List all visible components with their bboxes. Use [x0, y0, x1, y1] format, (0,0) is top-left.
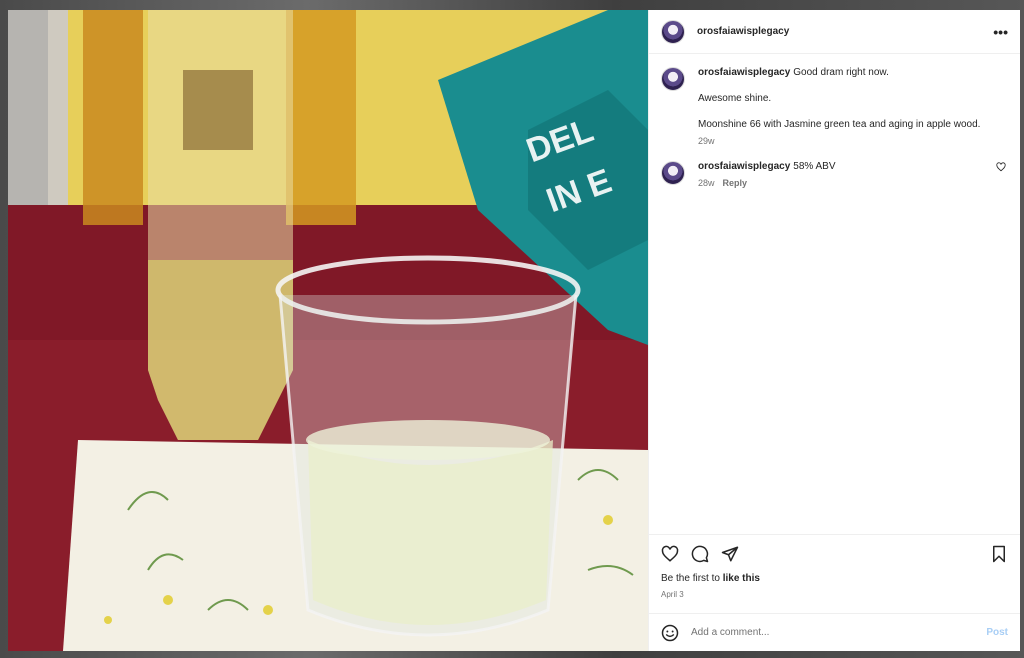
photo-illustration: DEL IN E [8, 10, 648, 651]
more-options-icon[interactable]: ••• [993, 24, 1008, 40]
post-username[interactable]: orosfaiawisplegacy [697, 26, 789, 37]
comment-input[interactable] [691, 627, 987, 638]
comment-text: Awesome shine. [698, 93, 772, 104]
post-sidebar: orosfaiawisplegacy ••• orosfaiawisplegac… [648, 10, 1020, 651]
like-comment-heart-icon[interactable] [996, 162, 1006, 172]
comment-username[interactable]: orosfaiawisplegacy [698, 67, 790, 78]
share-paper-plane-icon[interactable] [721, 545, 739, 563]
comment-text: Good dram right now. [793, 67, 889, 78]
comment-age: 28w [698, 178, 715, 188]
comment-text: 58% ABV [793, 161, 836, 172]
save-bookmark-icon[interactable] [990, 545, 1008, 563]
caption-comment: orosfaiawisplegacy Good dram right now. A… [661, 66, 1008, 148]
avatar[interactable] [661, 161, 685, 185]
comment-composer: Post [649, 613, 1020, 651]
comment-text: Moonshine 66 with Jasmine green tea and … [698, 119, 981, 130]
emoji-smiley-icon[interactable] [661, 624, 679, 642]
post-date: April 3 [661, 590, 684, 599]
post-header: orosfaiawisplegacy ••• [649, 10, 1020, 54]
post-button[interactable]: Post [986, 627, 1008, 638]
comment-username[interactable]: orosfaiawisplegacy [698, 161, 790, 172]
post-modal: DEL IN E orosfaiawisplegacy ••• orosfaia… [8, 10, 1020, 651]
like-this-link[interactable]: like this [723, 573, 760, 584]
comment-age: 29w [698, 136, 715, 146]
post-photo: DEL IN E [8, 10, 648, 651]
list-item: orosfaiawisplegacy 58% ABV 28w Reply [661, 160, 1008, 190]
comments-list: orosfaiawisplegacy Good dram right now. A… [649, 54, 1020, 534]
reply-button[interactable]: Reply [723, 178, 748, 188]
likes-summary: Be the first to like this [661, 573, 760, 584]
comment-bubble-icon[interactable] [691, 545, 709, 563]
post-actions: Be the first to like this April 3 [649, 534, 1020, 613]
like-heart-icon[interactable] [661, 545, 679, 563]
avatar[interactable] [661, 19, 685, 44]
avatar[interactable] [661, 67, 685, 91]
